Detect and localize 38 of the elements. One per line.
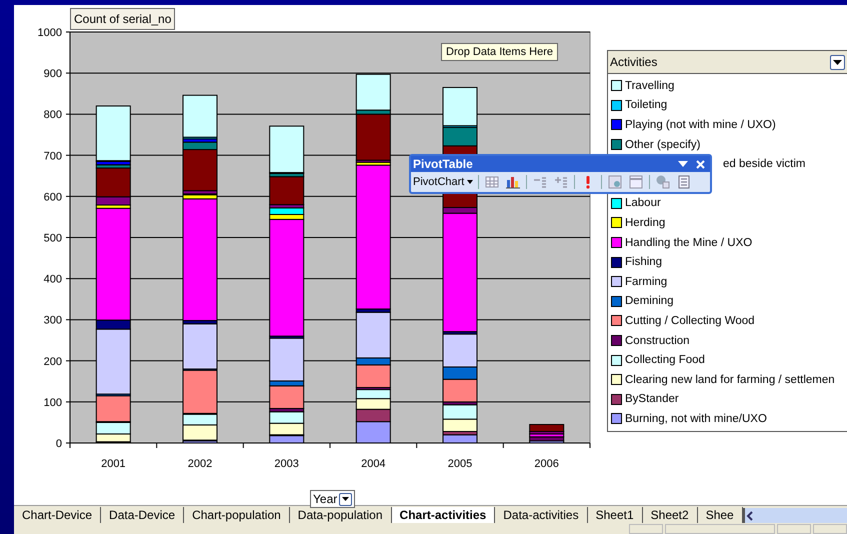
legend-label: Toileting	[625, 99, 668, 112]
field-label: Year	[313, 492, 338, 506]
y-tick-label: 500	[44, 232, 62, 244]
y-tick-label: 900	[44, 68, 62, 80]
y-tick-label: 600	[44, 191, 62, 204]
legend-label: Handling the Mine / UXO	[625, 236, 752, 249]
y-tick-label: 100	[44, 396, 62, 409]
legend-label: Collecting Food	[625, 354, 705, 366]
field-title: Activities	[610, 55, 658, 69]
y-tick-label: 300	[44, 314, 62, 327]
legend-label: ByStander	[625, 393, 679, 406]
legend-label: Farming	[625, 276, 668, 288]
y-tick-label: 0	[56, 438, 62, 450]
legend-label: ed beside victim	[723, 158, 806, 170]
legend-label: Other (specify)	[625, 138, 700, 151]
legend-label: Clearing new land for farming / settlemen	[625, 374, 835, 386]
legend-label: Construction	[625, 334, 690, 347]
x-tick-label: 2001	[101, 458, 126, 470]
x-tick-label: 2002	[188, 458, 212, 470]
y-tick-label: 800	[44, 109, 62, 122]
x-tick-label: 2005	[448, 458, 472, 470]
legend-label: Labour	[625, 197, 661, 210]
legend-label: Fishing	[625, 256, 662, 268]
x-tick-label: 2006	[534, 458, 559, 470]
x-tick-label: 2004	[361, 458, 386, 470]
x-tick-label: 2003	[274, 458, 299, 470]
legend-label: Travelling	[625, 80, 674, 92]
legend-label: Cutting / Collecting Wood	[625, 314, 755, 327]
toolbar-title: PivotTable	[413, 157, 474, 171]
drop-zone-label: Drop Data Items Here	[441, 43, 558, 61]
legend-label: Burning, not with mine/UXO	[625, 412, 767, 425]
y-tick-label: 200	[44, 356, 62, 368]
legend-label: Playing (not with mine / UXO)	[625, 118, 776, 131]
y-tick-label: 700	[44, 150, 62, 162]
y-tick-label: 1000	[38, 27, 62, 39]
legend-label: Herding	[625, 216, 666, 229]
y-tick-label: 400	[44, 274, 62, 286]
legend-label: Demining	[625, 295, 674, 308]
